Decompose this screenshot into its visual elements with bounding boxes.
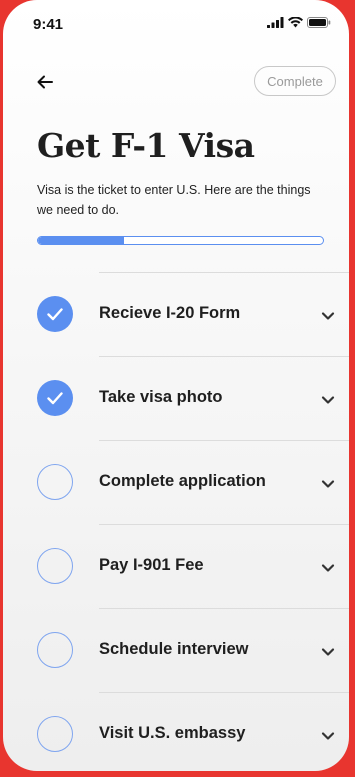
task-label: Schedule interview — [99, 640, 249, 658]
progress-fill — [38, 237, 124, 244]
progress-bar — [37, 236, 324, 245]
chevron-down-icon[interactable] — [321, 728, 335, 740]
task-checkbox-unchecked[interactable] — [37, 716, 73, 752]
checkmark-icon — [47, 307, 63, 320]
phone-screen: 9:41 Complete Get F-1 Visa Visa is the t… — [3, 0, 349, 771]
chevron-down-icon[interactable] — [321, 392, 335, 404]
wifi-icon — [288, 17, 303, 28]
task-item[interactable]: Pay I-901 Fee — [37, 524, 349, 608]
task-item[interactable]: Take visa photo — [37, 356, 349, 440]
chevron-down-icon[interactable] — [321, 476, 335, 488]
task-checkbox-unchecked[interactable] — [37, 632, 73, 668]
task-label: Visit U.S. embassy — [99, 724, 246, 742]
task-item[interactable]: Recieve I-20 Form — [37, 272, 349, 356]
task-label: Take visa photo — [99, 388, 223, 406]
signal-icon — [267, 17, 284, 28]
page-title: Get F-1 Visa — [37, 126, 255, 165]
task-item[interactable]: Complete application — [37, 440, 349, 524]
back-button[interactable] — [31, 68, 59, 96]
task-item[interactable]: Visit U.S. embassy — [37, 692, 349, 771]
chevron-down-icon[interactable] — [321, 560, 335, 572]
status-bar: 9:41 — [3, 0, 349, 50]
chevron-down-icon[interactable] — [321, 644, 335, 656]
task-checkbox-unchecked[interactable] — [37, 464, 73, 500]
task-label: Pay I-901 Fee — [99, 556, 204, 574]
status-icons — [267, 17, 331, 28]
task-item[interactable]: Schedule interview — [37, 608, 349, 692]
task-list: Recieve I-20 Form Take visa photo Complete… — [3, 272, 349, 771]
status-time: 9:41 — [33, 16, 64, 33]
checkmark-icon — [47, 391, 63, 404]
chevron-down-icon[interactable] — [321, 308, 335, 320]
task-label: Recieve I-20 Form — [99, 304, 241, 322]
battery-icon — [307, 17, 331, 28]
complete-button[interactable]: Complete — [254, 66, 336, 96]
task-checkbox-unchecked[interactable] — [37, 548, 73, 584]
task-checkbox-checked[interactable] — [37, 296, 73, 332]
page-subtitle: Visa is the ticket to enter U.S. Here ar… — [37, 183, 311, 217]
back-arrow-icon — [37, 75, 53, 89]
task-label: Complete application — [99, 472, 266, 490]
task-checkbox-checked[interactable] — [37, 380, 73, 416]
